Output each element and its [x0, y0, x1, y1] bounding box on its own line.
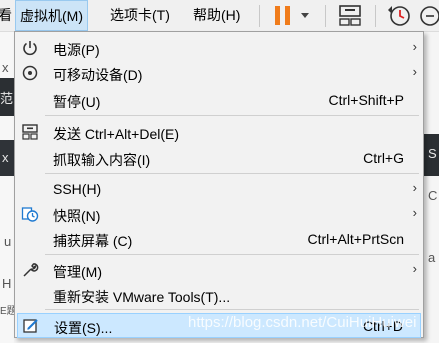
menu-item-label: 重新安装 VMware Tools(T)...	[53, 289, 231, 305]
menu-separator	[45, 115, 419, 116]
menu-item-label: 快照(N)	[53, 208, 101, 224]
menu-item-shortcut: Ctrl+D	[362, 318, 403, 334]
menu-item-label: 抓取输入内容(I)	[53, 152, 151, 168]
menu-item-grab-input[interactable]: 抓取输入内容(I) Ctrl+G	[17, 146, 421, 171]
menu-item-label: 可移动设备(D)	[53, 67, 143, 83]
toolbar-separator	[259, 5, 260, 27]
menu-item-shortcut: Ctrl+Shift+P	[328, 92, 404, 108]
snapshot-manager-icon	[420, 6, 439, 26]
menu-item-ssh[interactable]: SSH(H) ›	[17, 177, 421, 202]
snapshot-icon	[21, 207, 39, 222]
background-text: u	[4, 234, 12, 249]
menu-item-removable-devices[interactable]: 可移动设备(D) ›	[17, 61, 421, 86]
menu-bar: 看 虚拟机(M) 选项卡(T) 帮助(H)	[0, 0, 439, 32]
background-text: x	[2, 150, 9, 165]
menu-separator	[45, 173, 419, 174]
snapshot-toolbar-button[interactable]	[384, 0, 414, 31]
menu-tabs[interactable]: 选项卡(T)	[106, 0, 174, 31]
menu-vm[interactable]: 虚拟机(M)	[15, 0, 88, 31]
send-keys-toolbar-icon	[339, 5, 361, 26]
menu-separator	[45, 309, 419, 310]
menu-item-label: 设置(S)...	[54, 320, 113, 336]
menu-item-label: 暂停(U)	[53, 94, 101, 110]
menu-item-shortcut: Ctrl+Alt+PrtScn	[307, 231, 404, 247]
removable-devices-icon	[22, 65, 38, 81]
menu-item-label: 管理(M)	[53, 264, 102, 280]
snapshot-clock-icon	[388, 6, 410, 26]
menu-item-capture-screen[interactable]: 捕获屏幕 (C) Ctrl+Alt+PrtScn	[17, 227, 421, 252]
menu-item-pause[interactable]: 暂停(U) Ctrl+Shift+P	[17, 88, 421, 113]
pause-button[interactable]	[270, 0, 320, 31]
toolbar-separator	[375, 5, 376, 27]
menu-help[interactable]: 帮助(H)	[189, 0, 244, 31]
pause-icon	[275, 6, 309, 25]
submenu-arrow-icon: ›	[412, 261, 417, 276]
menu-item-manage[interactable]: 管理(M) ›	[17, 258, 421, 283]
power-icon	[23, 41, 37, 56]
menu-item-reinstall-vmware-tools[interactable]: 重新安装 VMware Tools(T)...	[17, 283, 421, 308]
menu-separator	[45, 254, 419, 255]
menu-item-label: 电源(P)	[53, 42, 100, 58]
background-text: 范	[0, 91, 14, 106]
settings-icon	[23, 319, 38, 333]
submenu-arrow-icon: ›	[412, 180, 417, 195]
menu-item-power[interactable]: 电源(P) ›	[17, 36, 421, 61]
wrench-icon	[23, 263, 39, 277]
menu-item-shortcut: Ctrl+G	[363, 150, 404, 166]
submenu-arrow-icon: ›	[412, 205, 417, 220]
background-text: S	[428, 146, 437, 161]
vm-dropdown-menu: 电源(P) › 可移动设备(D) › 暂停(U) Ctrl+Shift+P 发送…	[14, 31, 424, 338]
menu-item-label: SSH(H)	[53, 181, 102, 197]
submenu-arrow-icon: ›	[412, 64, 417, 79]
send-keys-toolbar-button[interactable]	[333, 0, 367, 31]
revert-snapshot-button[interactable]	[418, 0, 439, 31]
menu-view-partial[interactable]: 看	[0, 0, 16, 31]
background-text: x	[2, 60, 9, 75]
background-text: a	[428, 250, 436, 265]
send-keys-icon	[22, 124, 38, 140]
menu-item-label: 捕获屏幕 (C)	[53, 233, 133, 249]
background-text: H	[2, 276, 12, 291]
submenu-arrow-icon: ›	[412, 39, 417, 54]
toolbar-separator	[325, 5, 326, 27]
menu-item-settings[interactable]: 设置(S)... Ctrl+D	[17, 313, 421, 338]
menu-item-snapshot[interactable]: 快照(N) ›	[17, 202, 421, 227]
background-text: C	[428, 188, 438, 203]
menu-item-label: 发送 Ctrl+Alt+Del(E)	[53, 126, 180, 142]
menu-item-send-ctrl-alt-del[interactable]: 发送 Ctrl+Alt+Del(E)	[17, 120, 421, 145]
